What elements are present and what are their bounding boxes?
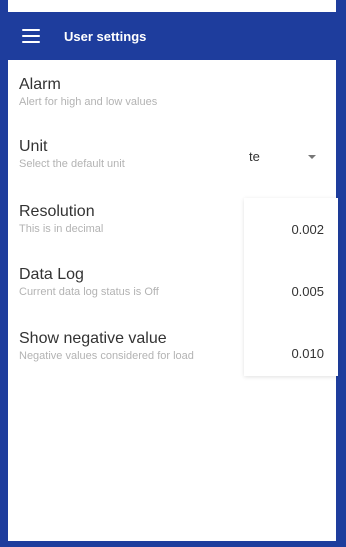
setting-title: Show negative value bbox=[19, 330, 167, 347]
setting-title: Alarm bbox=[19, 76, 61, 93]
setting-unit[interactable]: Unit Select the default unit bbox=[19, 138, 125, 170]
dropdown-arrow-icon[interactable] bbox=[308, 155, 316, 159]
resolution-options-dropdown: 0.002 0.005 0.010 bbox=[244, 198, 338, 376]
app-screen: User settings Alarm Alert for high and l… bbox=[0, 0, 346, 547]
setting-subtitle: Negative values considered for load bbox=[19, 350, 194, 362]
menu-icon-line bbox=[22, 35, 40, 37]
menu-icon-line bbox=[22, 29, 40, 31]
setting-resolution[interactable]: Resolution This is in decimal bbox=[19, 203, 103, 235]
frame-left bbox=[0, 0, 8, 547]
unit-select-value[interactable]: te bbox=[249, 149, 260, 164]
dropdown-option[interactable]: 0.010 bbox=[291, 346, 324, 361]
setting-subtitle: Current data log status is Off bbox=[19, 286, 159, 298]
top-app-bar: User settings bbox=[8, 12, 336, 60]
dropdown-option[interactable]: 0.005 bbox=[291, 284, 324, 299]
setting-show-negative-value[interactable]: Show negative value Negative values cons… bbox=[19, 330, 194, 362]
page-title: User settings bbox=[64, 28, 147, 44]
setting-subtitle: Select the default unit bbox=[19, 158, 125, 170]
setting-subtitle: Alert for high and low values bbox=[19, 96, 158, 108]
hamburger-menu-icon[interactable] bbox=[22, 29, 40, 43]
setting-title: Unit bbox=[19, 138, 48, 155]
setting-data-log[interactable]: Data Log Current data log status is Off bbox=[19, 266, 159, 298]
setting-title: Data Log bbox=[19, 266, 84, 283]
setting-alarm[interactable]: Alarm Alert for high and low values bbox=[19, 76, 157, 108]
setting-title: Resolution bbox=[19, 203, 95, 220]
menu-icon-line bbox=[22, 41, 40, 43]
setting-subtitle: This is in decimal bbox=[19, 223, 104, 235]
settings-list: Alarm Alert for high and low values Unit… bbox=[8, 60, 338, 541]
frame-bottom bbox=[0, 541, 346, 547]
dropdown-option[interactable]: 0.002 bbox=[291, 222, 324, 237]
